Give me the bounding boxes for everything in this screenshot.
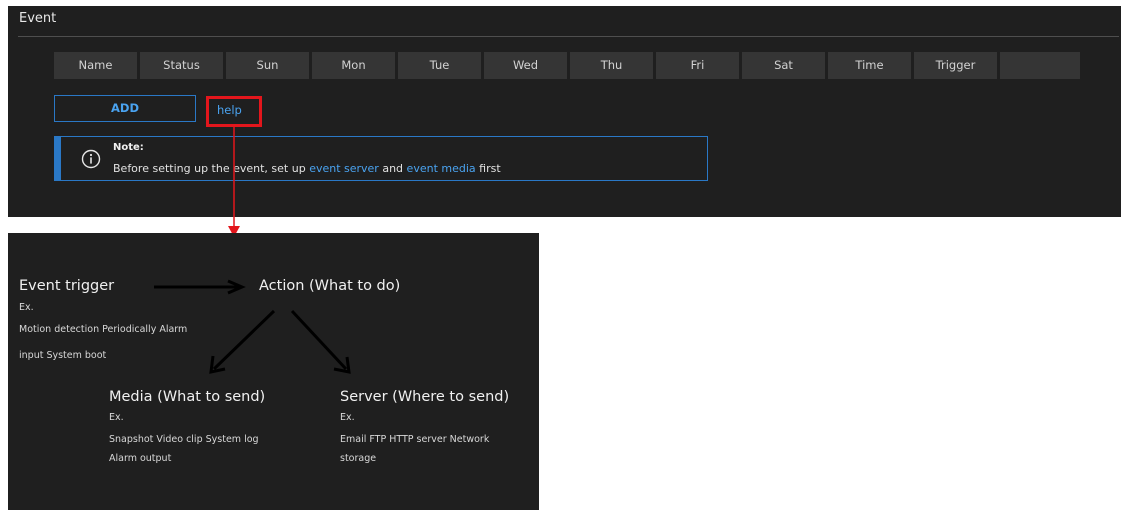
- column-header-wed: Wed: [484, 52, 567, 79]
- column-header-sat: Sat: [742, 52, 825, 79]
- column-header-blank: [1000, 52, 1080, 79]
- action-title: Action (What to do): [259, 278, 401, 294]
- note-text-after: first: [475, 162, 501, 175]
- note-text: Before setting up the event, set up even…: [113, 162, 501, 175]
- arrow-action-to-media: [212, 309, 276, 371]
- event-trigger-examples-line2: input System boot: [19, 350, 107, 361]
- column-header-time: Time: [828, 52, 911, 79]
- note-text-middle: and: [378, 162, 407, 175]
- event-server-link[interactable]: event server: [309, 162, 379, 175]
- column-header-mon: Mon: [312, 52, 395, 79]
- server-examples-line2: storage: [340, 453, 377, 464]
- column-header-name: Name: [54, 52, 137, 79]
- media-examples-line2: Alarm output: [109, 453, 172, 464]
- media-ex: Ex.: [109, 412, 124, 423]
- add-event-button[interactable]: ADD: [54, 95, 196, 122]
- note-title: Note:: [113, 142, 144, 153]
- server-examples-line1: Email FTP HTTP server Network: [340, 434, 490, 445]
- arrow-action-to-server: [290, 309, 348, 371]
- column-header-status: Status: [140, 52, 223, 79]
- title-divider: [18, 36, 1119, 37]
- help-diagram: Event trigger Ex. Motion detection Perio…: [8, 233, 539, 510]
- page-title: Event: [19, 11, 57, 26]
- event-media-link[interactable]: event media: [407, 162, 476, 175]
- event-trigger-examples-line1: Motion detection Periodically Alarm: [19, 324, 188, 335]
- event-trigger-ex: Ex.: [19, 302, 34, 313]
- info-circle-icon: [81, 149, 101, 169]
- media-examples-line1: Snapshot Video clip System log: [109, 434, 259, 445]
- column-header-fri: Fri: [656, 52, 739, 79]
- server-ex: Ex.: [340, 412, 355, 423]
- diagram-arrows: [154, 279, 351, 374]
- media-title: Media (What to send): [109, 389, 266, 405]
- help-link[interactable]: help: [206, 96, 262, 127]
- column-header-sun: Sun: [226, 52, 309, 79]
- event-trigger-title: Event trigger: [19, 278, 115, 294]
- column-header-trigger: Trigger: [914, 52, 997, 79]
- event-panel: Event Name Status Sun Mon Tue Wed Thu Fr…: [8, 6, 1121, 217]
- note-text-before: Before setting up the event, set up: [113, 162, 310, 175]
- column-header-tue: Tue: [398, 52, 481, 79]
- server-title: Server (Where to send): [340, 389, 510, 405]
- note-box: Note: Before setting up the event, set u…: [54, 136, 708, 181]
- column-header-thu: Thu: [570, 52, 653, 79]
